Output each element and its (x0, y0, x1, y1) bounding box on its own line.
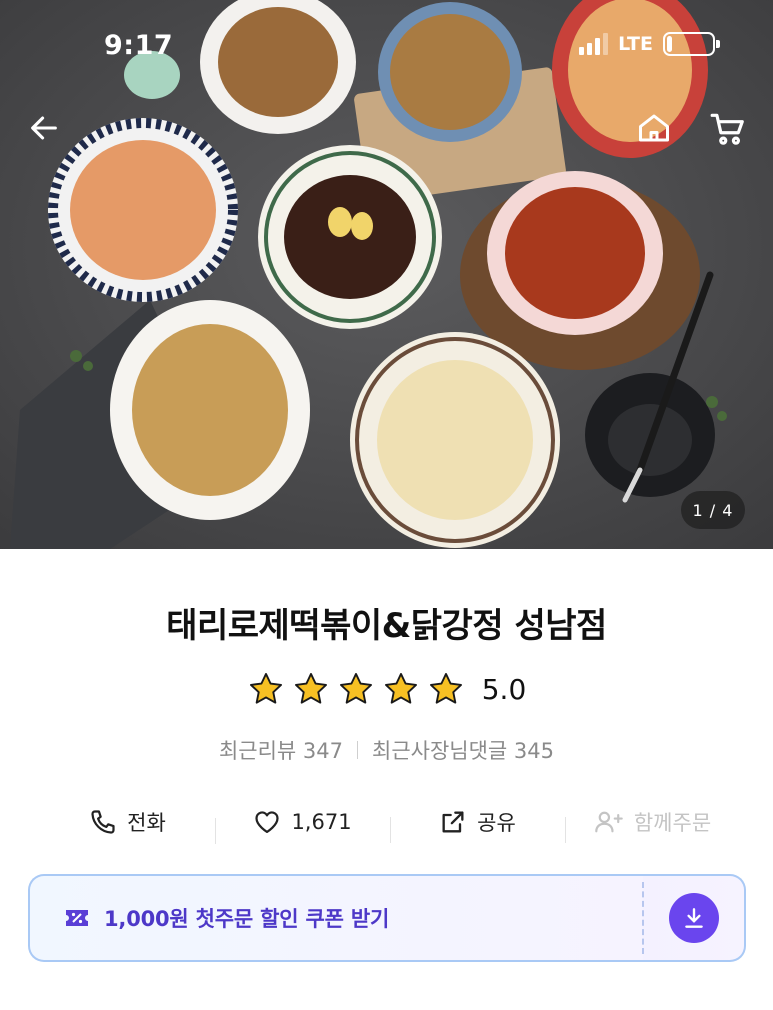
home-button[interactable] (630, 104, 678, 152)
coupon-body[interactable]: 1,000원 첫주문 할인 쿠폰 받기 (28, 874, 644, 962)
action-bar: 전화 1,671 공유 함께주문 (40, 798, 740, 846)
star-icon (249, 673, 282, 704)
hero-image-carousel[interactable]: 9:17 LTE 1 / 4 (0, 0, 773, 549)
rating-row[interactable]: 5.0 (0, 670, 773, 708)
status-bar: 9:17 LTE (0, 0, 773, 90)
coupon-text: 1,000원 첫주문 할인 쿠폰 받기 (104, 907, 390, 931)
share-button[interactable]: 공유 (390, 807, 565, 843)
call-label: 전화 (127, 811, 166, 835)
call-button[interactable]: 전화 (40, 807, 215, 837)
rating-value: 5.0 (481, 672, 527, 706)
phone-icon (91, 810, 115, 834)
coupon-download-button[interactable] (668, 893, 719, 943)
star-icon (339, 673, 372, 704)
cart-icon (710, 113, 744, 145)
like-count: 1,671 (291, 810, 352, 834)
star-icon (294, 673, 327, 704)
recent-reviews-link[interactable]: 최근리뷰 347 (219, 735, 343, 765)
status-time: 9:17 (104, 30, 174, 61)
coupon-icon (66, 910, 88, 926)
share-icon (442, 811, 464, 833)
review-summary: 최근리뷰 347 최근사장님댓글 345 (0, 735, 773, 765)
back-button[interactable] (20, 104, 68, 152)
status-indicators: LTE (579, 32, 720, 56)
share-label: 공유 (477, 811, 516, 835)
divider (357, 741, 359, 759)
owner-replies-link[interactable]: 최근사장님댓글 345 (372, 735, 554, 765)
home-icon (639, 114, 669, 142)
add-user-icon (595, 811, 623, 833)
group-order-label: 함께주문 (633, 811, 712, 835)
signal-icon (579, 33, 609, 55)
arrow-left-icon (31, 116, 57, 140)
star-icon (384, 673, 417, 704)
group-order-button[interactable]: 함께주문 (565, 807, 740, 843)
download-icon (684, 908, 703, 928)
heart-icon (255, 811, 280, 834)
coupon-download-area (643, 874, 746, 962)
coupon-banner[interactable]: 1,000원 첫주문 할인 쿠폰 받기 (28, 874, 746, 962)
cart-button[interactable] (704, 104, 752, 152)
star-icon (429, 673, 462, 704)
network-label: LTE (618, 33, 653, 55)
battery-icon (663, 32, 720, 56)
like-button[interactable]: 1,671 (215, 808, 390, 844)
store-title: 태리로제떡볶이&닭강정 성남점 (166, 606, 607, 646)
image-counter: 1 / 4 (681, 491, 745, 529)
